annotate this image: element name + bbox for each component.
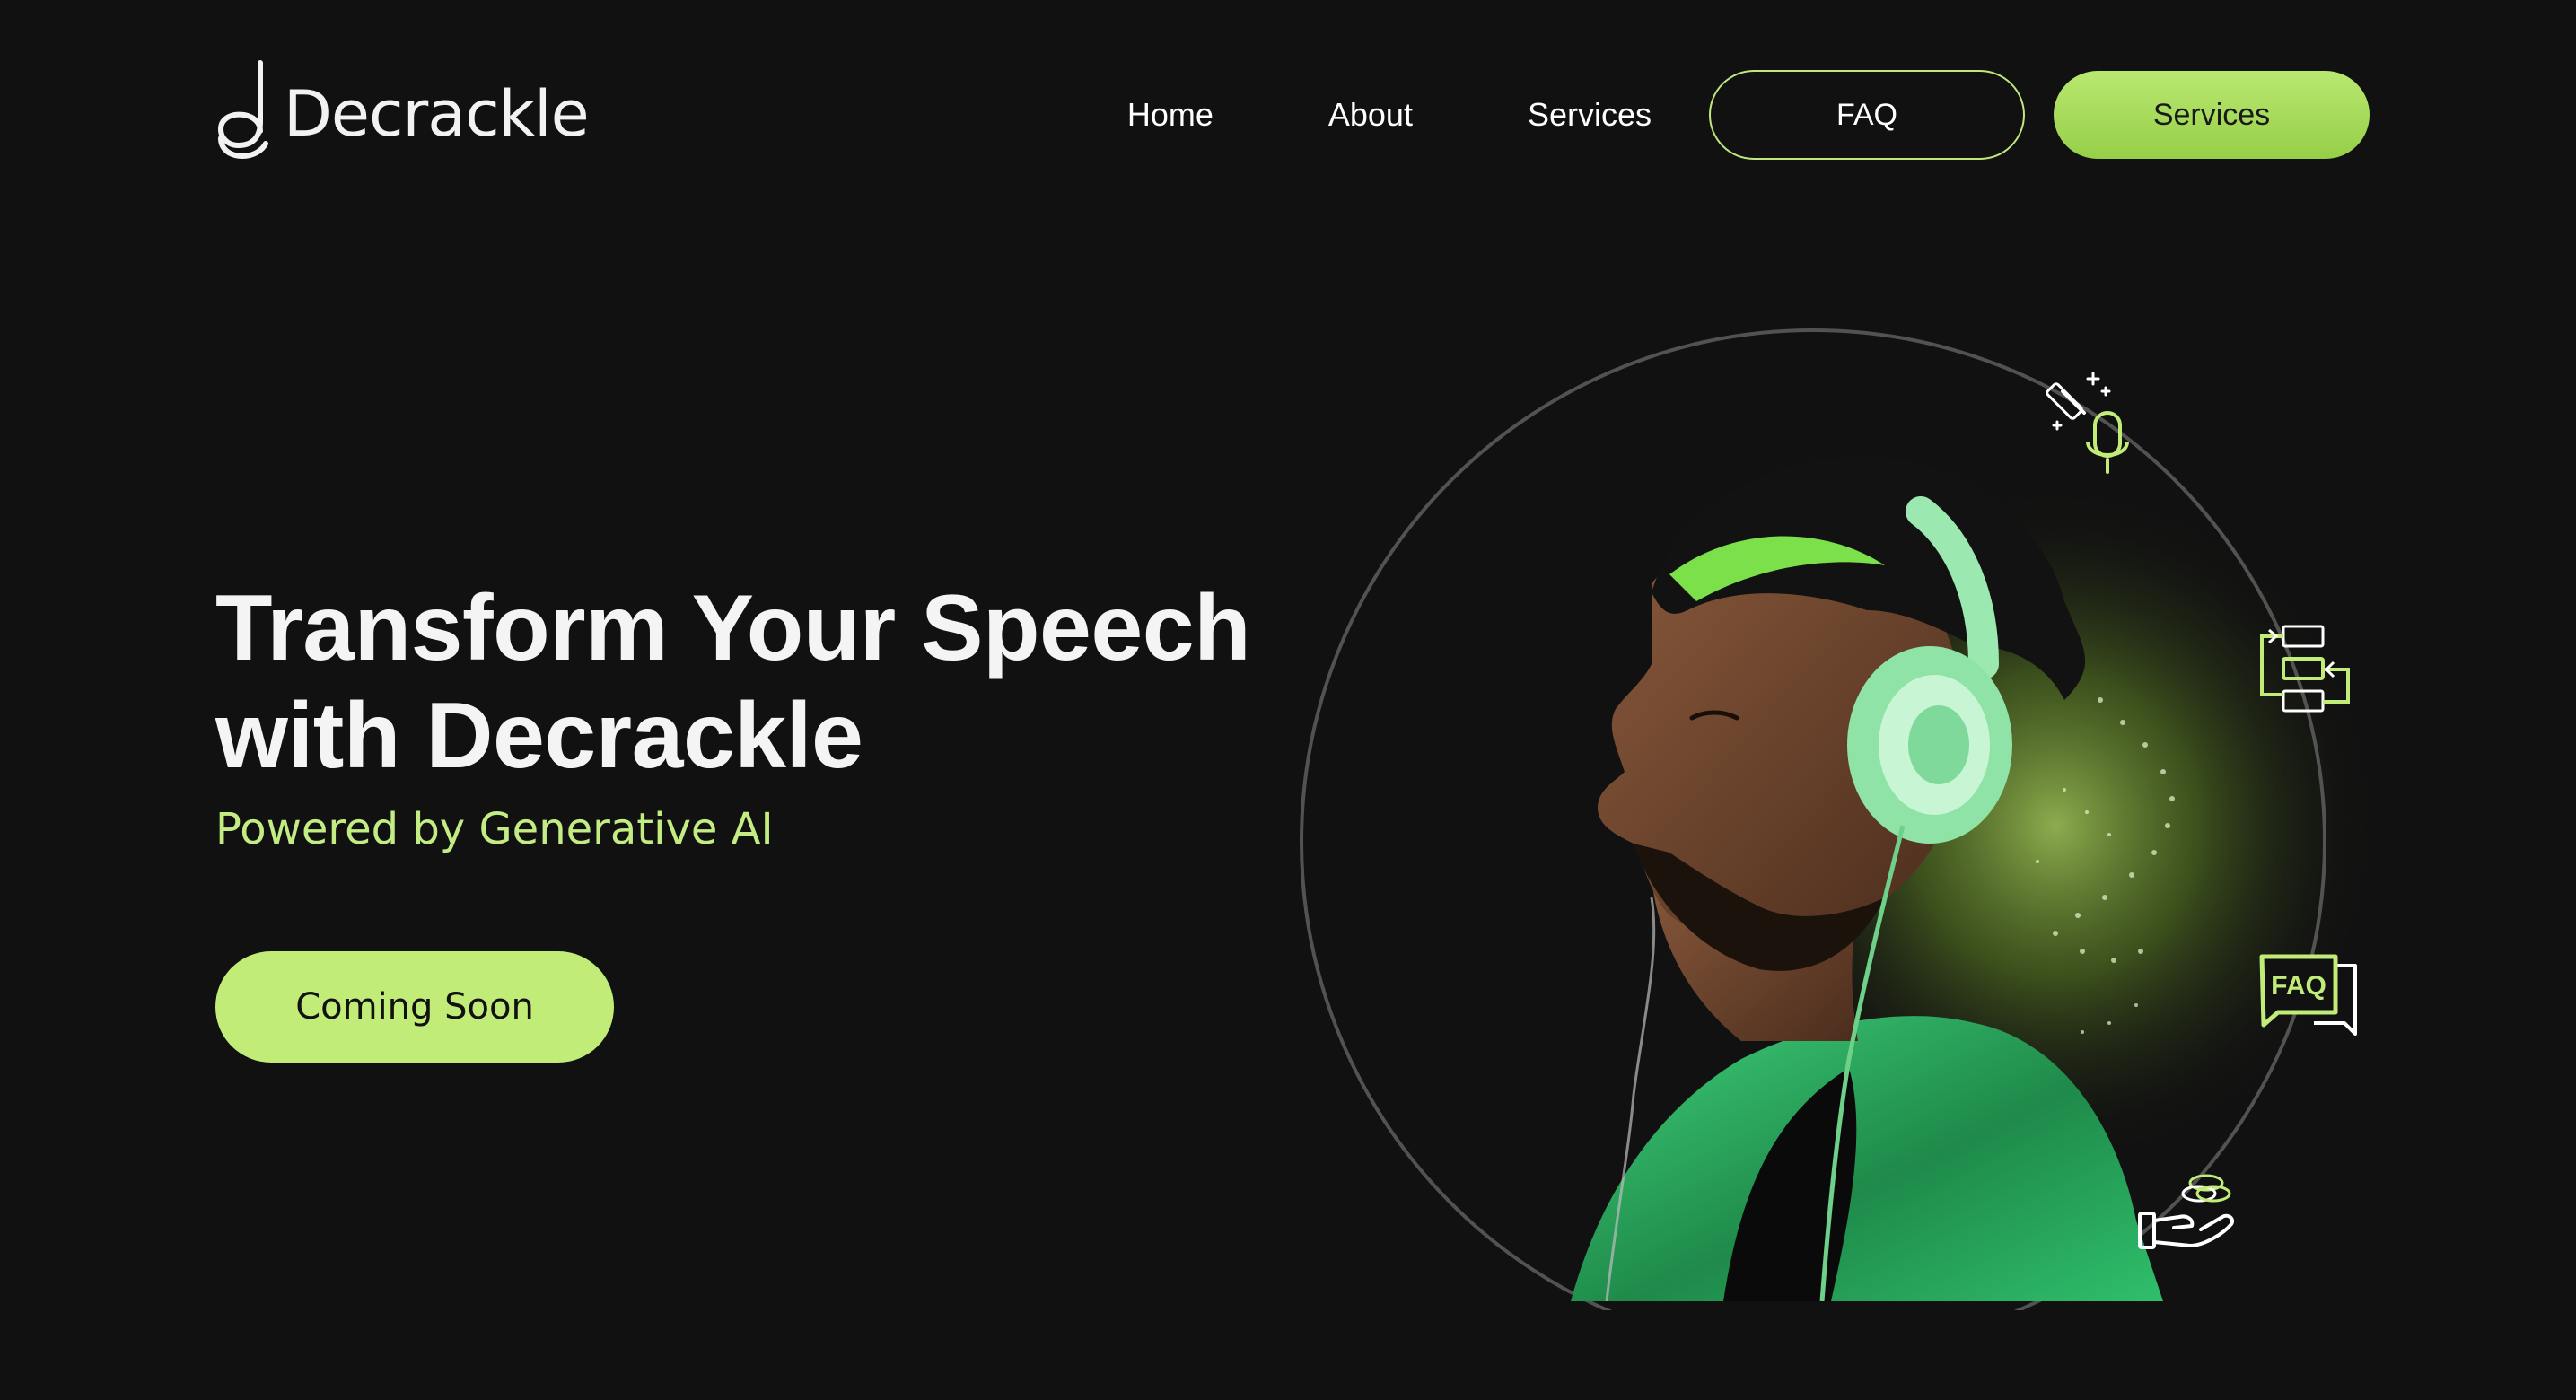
nav-link-services[interactable]: Services — [1528, 99, 1652, 131]
services-button[interactable]: Services — [2054, 71, 2370, 159]
brand-logo[interactable]: Decrackle — [215, 56, 590, 163]
hero-subtitle: Powered by Generative AI — [215, 804, 774, 854]
main-nav: Home About Services FAQ Services — [1127, 70, 2370, 160]
nav-link-home[interactable]: Home — [1127, 99, 1214, 131]
landing-page: Decrackle Home About Services FAQ Servic… — [0, 0, 2576, 1400]
nav-link-about[interactable]: About — [1328, 99, 1413, 131]
hand-coins-icon — [2138, 1174, 2234, 1249]
hero-title-line-2: with Decrackle — [215, 684, 863, 788]
coming-soon-button[interactable]: Coming Soon — [215, 951, 614, 1063]
hero-visual: FAQ — [1275, 323, 2459, 1310]
hero-title-line-1: Transform Your Speech — [215, 576, 1251, 680]
magic-wand-microphone-icon — [2046, 372, 2129, 474]
music-note-logo-icon — [217, 60, 268, 160]
brand-name: Decrackle — [284, 77, 590, 151]
hero-title: Transform Your Speech with Decrackle — [215, 574, 1292, 790]
faq-icon-text: FAQ — [2271, 971, 2326, 1001]
hero-illustration: FAQ — [1300, 328, 2379, 1310]
faq-button[interactable]: FAQ — [1709, 70, 2025, 160]
